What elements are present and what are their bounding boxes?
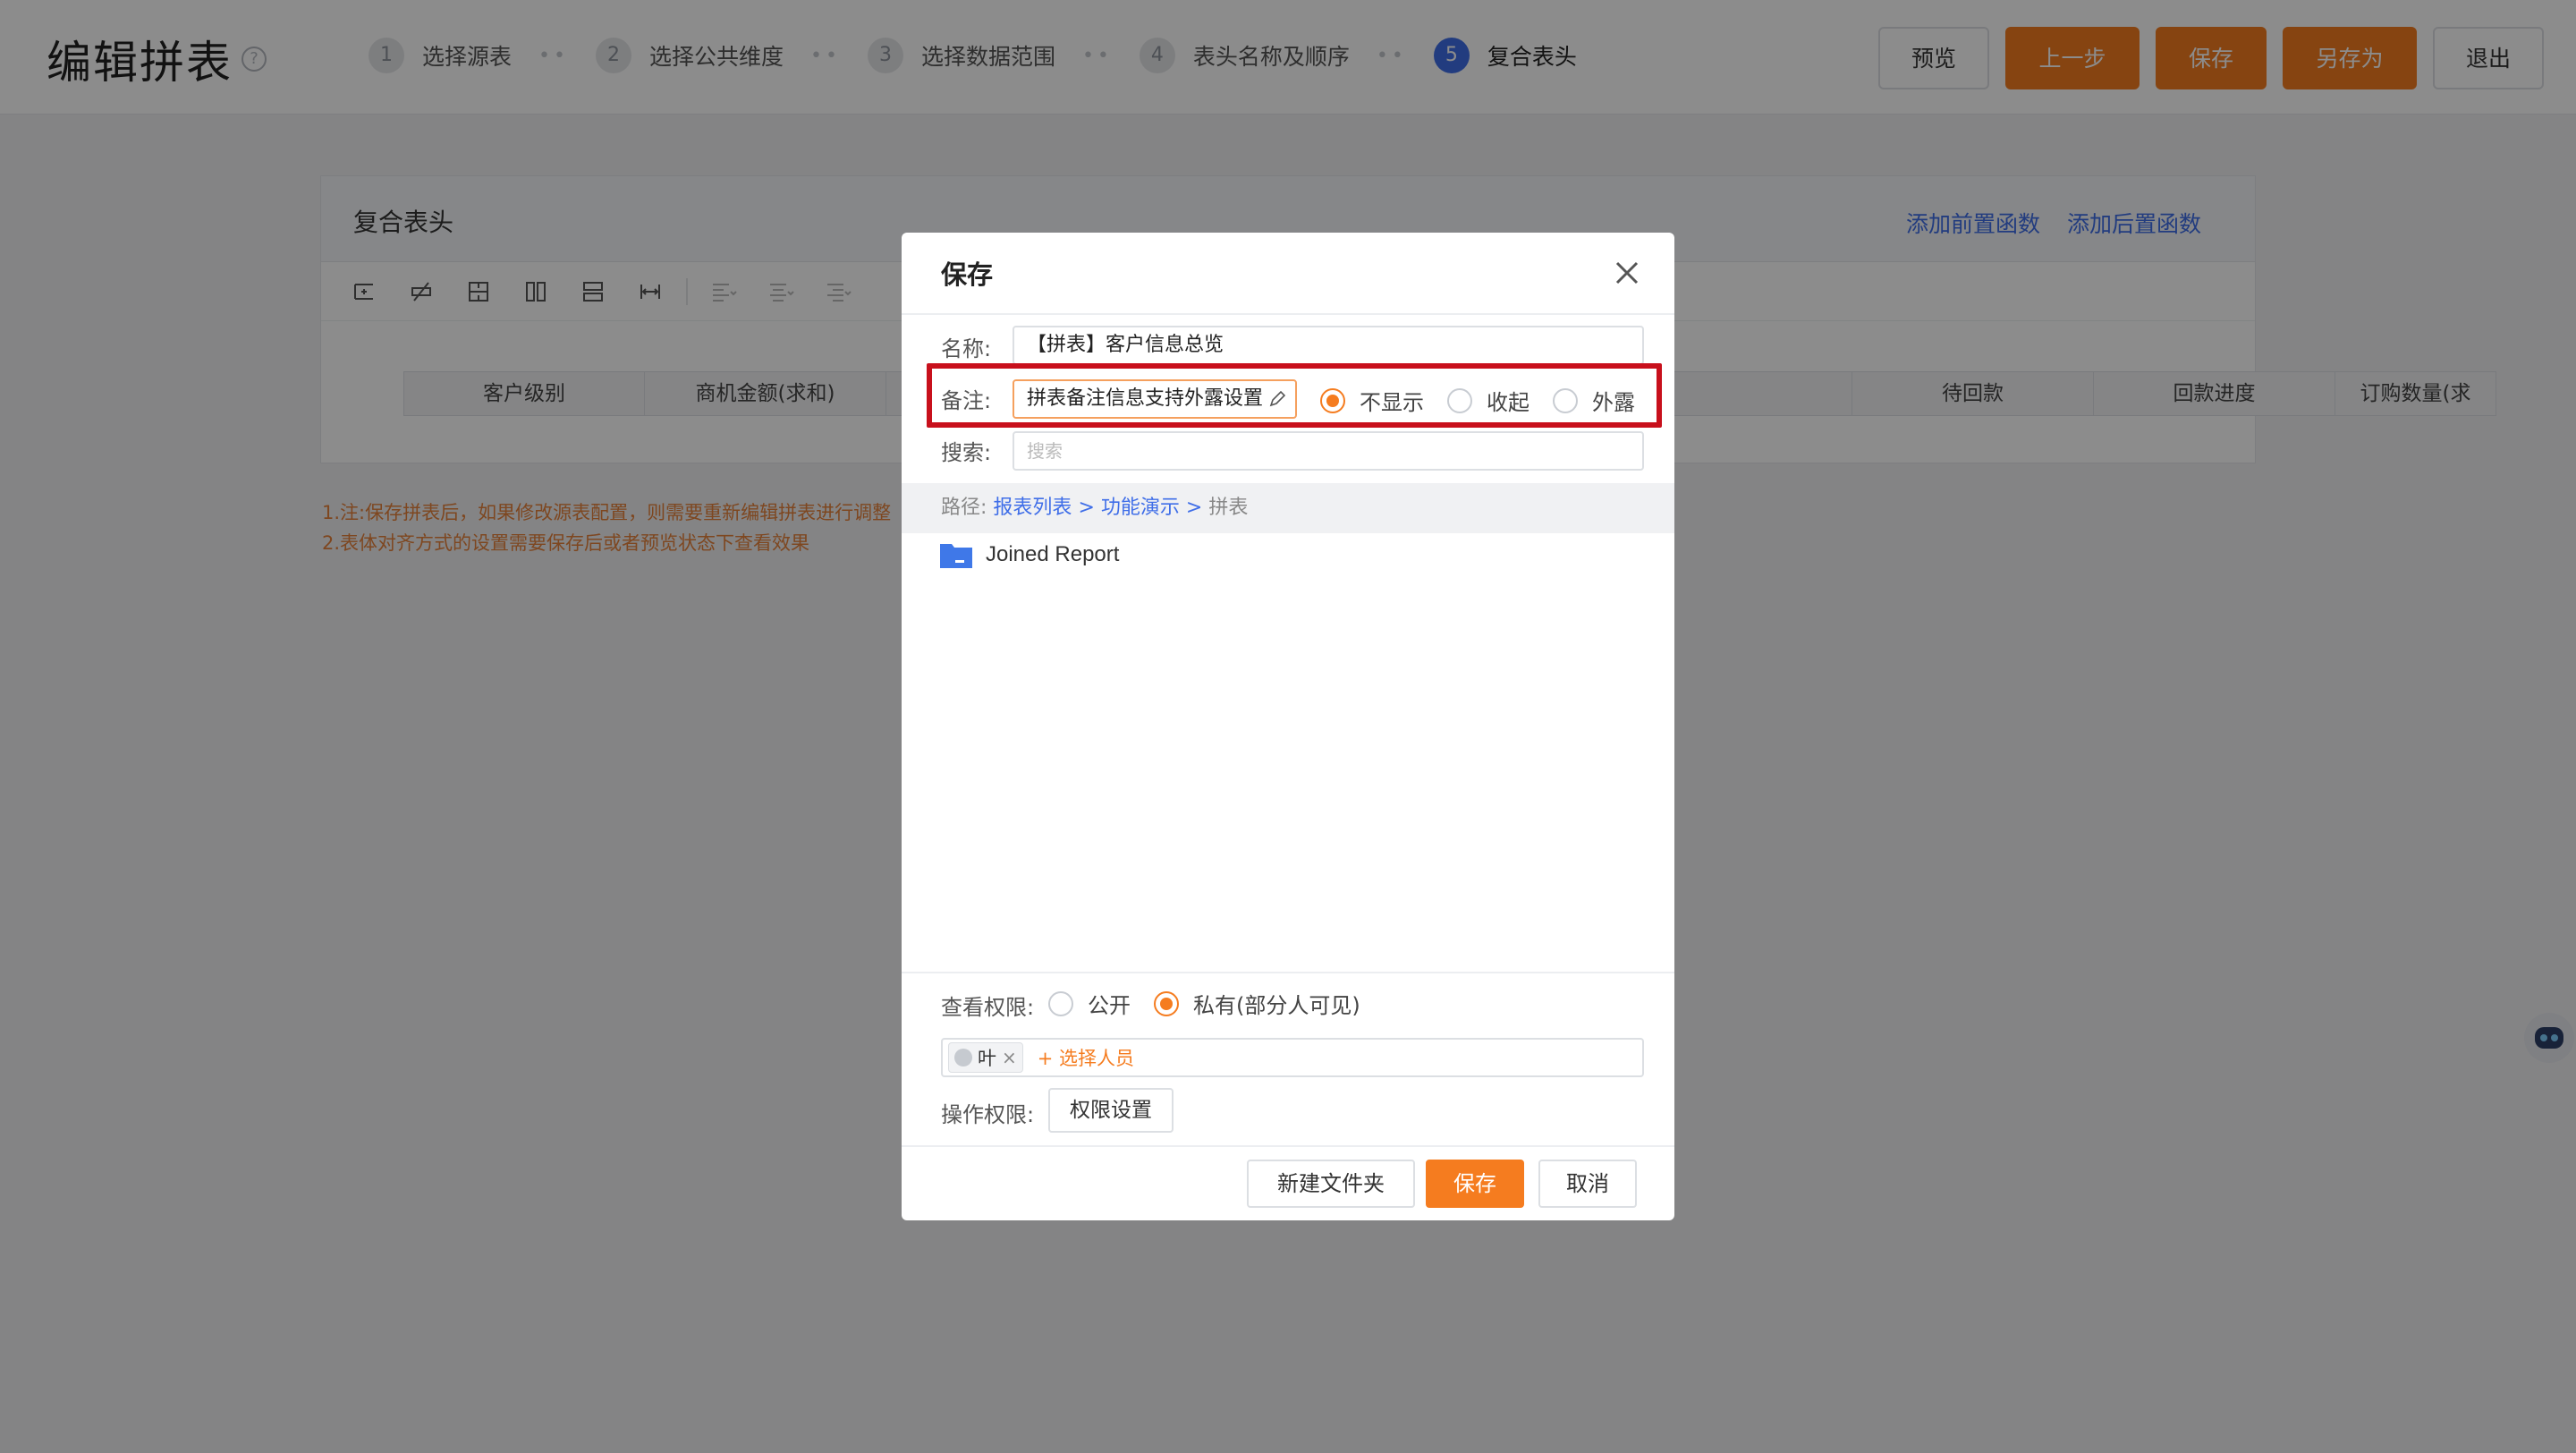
divider xyxy=(902,972,1674,973)
divider xyxy=(902,1145,1674,1147)
dialog-title: 保存 xyxy=(941,259,994,290)
person-selector[interactable]: 叶 × + 选择人员 xyxy=(941,1038,1644,1077)
folder-item[interactable]: Joined Report xyxy=(939,540,1119,569)
view-permission-private[interactable]: 私有(部分人可见) xyxy=(1154,988,1360,1019)
name-input[interactable]: 【拼表】客户信息总览 xyxy=(1013,326,1644,365)
dialog-save-button[interactable]: 保存 xyxy=(1426,1160,1524,1208)
breadcrumb: 路径: 报表列表 > 功能演示 > 拼表 xyxy=(902,483,1674,533)
add-person-link[interactable]: + 选择人员 xyxy=(1038,1044,1134,1071)
breadcrumb-current: 拼表 xyxy=(1208,497,1249,519)
highlight-annotation-box xyxy=(927,363,1662,428)
divider xyxy=(902,313,1674,315)
new-folder-button[interactable]: 新建文件夹 xyxy=(1247,1160,1415,1208)
close-icon[interactable]: × xyxy=(1002,1047,1017,1068)
person-name: 叶 xyxy=(978,1048,996,1069)
name-label: 名称: xyxy=(941,336,992,361)
folder-name: Joined Report xyxy=(986,542,1120,566)
search-label: 搜索: xyxy=(941,440,992,465)
breadcrumb-separator: > xyxy=(1185,497,1203,519)
breadcrumb-item[interactable]: 功能演示 xyxy=(1101,497,1180,519)
cancel-button[interactable]: 取消 xyxy=(1538,1160,1637,1208)
permission-settings-button[interactable]: 权限设置 xyxy=(1048,1088,1174,1133)
radio-label: 私有(部分人可见) xyxy=(1193,993,1360,1018)
folder-icon xyxy=(940,544,972,568)
close-icon[interactable] xyxy=(1612,258,1642,288)
search-input[interactable]: 搜索 xyxy=(1013,431,1644,471)
save-dialog: 保存 名称: 【拼表】客户信息总览 备注: 拼表备注信息支持外露设置 不显示 收… xyxy=(902,233,1674,1220)
view-permission-public[interactable]: 公开 xyxy=(1048,988,1131,1019)
radio-unchecked-icon xyxy=(1048,990,1073,1016)
breadcrumb-separator: > xyxy=(1078,497,1095,519)
avatar xyxy=(954,1049,972,1066)
breadcrumb-item[interactable]: 报表列表 xyxy=(993,497,1072,519)
radio-label: 公开 xyxy=(1088,993,1131,1018)
path-label: 路径: xyxy=(941,497,987,519)
view-permission-label: 查看权限: xyxy=(941,995,1035,1020)
person-tag: 叶 × xyxy=(948,1042,1023,1073)
operation-permission-label: 操作权限: xyxy=(941,1102,1035,1127)
radio-checked-icon xyxy=(1154,990,1179,1016)
